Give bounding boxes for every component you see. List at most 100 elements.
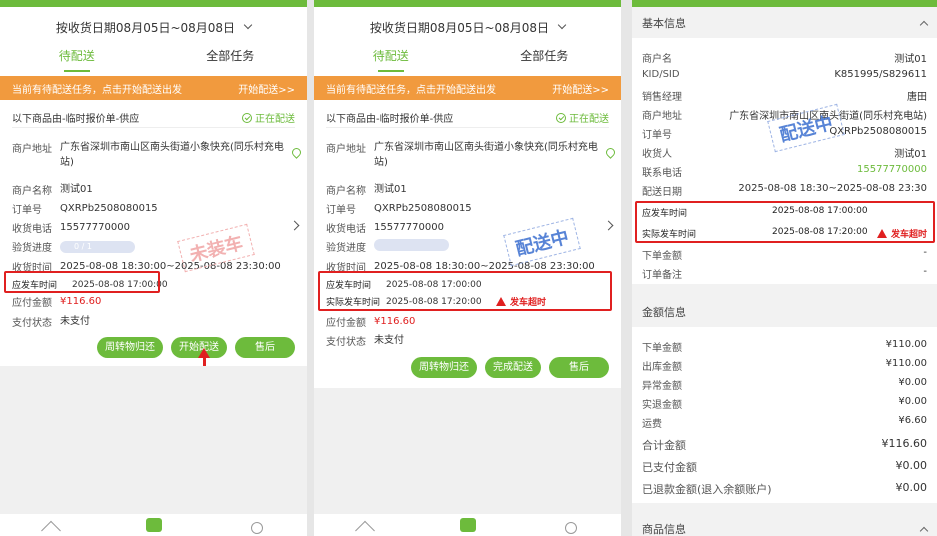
amount-info-section: 下单金额 ¥110.00 出库金额 ¥110.00 异常金额 ¥0.00 实退金额 ¥0… [632,327,937,503]
return-crates-button[interactable]: 周转物归还 [411,357,477,378]
info-row: 销售经理 唐田 [632,88,937,103]
order-label: 订单号 [12,205,42,216]
complete-delivery-button[interactable]: 完成配送 [485,357,541,378]
banner-text: 当前有待配送任务，点击开始配送出发 [12,84,182,96]
pay-status-label: 支付状态 [12,318,52,329]
banner-start-link[interactable]: 开始配送>> [238,81,295,96]
address-row: 商户地址 广东省深圳市南山区南头街道小象快充(同乐村充电站) [326,140,601,170]
address-label: 商户地址 [12,144,52,155]
total-value: ¥116.60 [881,437,928,450]
pay-status-value: 未支付 [374,335,404,346]
merchant-row: 商户名称 测试01 [326,182,601,197]
info-key: 收货人 [642,149,672,160]
total-row: 合计金额 ¥116.60 [632,437,937,453]
amount-row: 实退金额 ¥0.00 [632,396,937,411]
progress-pill [374,239,449,251]
info-row: 配送日期 2025-08-08 18:30~2025-08-08 23:30 [632,183,937,198]
progress-label: 验货进度 [12,243,52,254]
info-row: 下单金额 - [632,247,937,262]
date-filter[interactable]: 按收货日期08月05日~08月08日 [314,10,621,44]
merchant-value: 测试01 [60,184,93,195]
address-value: 广东省深圳市南山区南头街道小象快充(同乐村充电站) [374,142,598,168]
phone-label: 收货电话 [326,224,366,235]
orders-icon[interactable] [460,518,477,532]
info-row: 订单备注 - [632,266,937,281]
task-tabs: 待配送 全部任务 [314,44,621,72]
tab-all[interactable]: 全部任务 [468,44,622,72]
refund-label: 已退款金额(退入余额账户) [642,483,772,496]
amount-info-title: 金额信息 [642,306,686,319]
status-bar [0,0,307,7]
banner-start-link[interactable]: 开始配送>> [552,81,609,96]
chevron-down-icon [557,20,567,30]
amount-value: ¥116.60 [374,316,416,327]
info-value: - [923,266,927,277]
amount-row: 运费 ¥6.60 [632,415,937,430]
phone-screen-pending: 按收货日期08月05日~08月08日 待配送 全部任务 当前有待配送任务，点击开… [0,0,307,536]
amount-label: 应付金额 [12,298,52,309]
status-badge: 正在配送 [242,110,295,125]
orders-icon[interactable] [146,518,163,532]
home-icon[interactable] [355,520,376,536]
order-row: 订单号 QXRPb2508080015 [12,201,287,216]
info-value: 2025-08-08 18:30~2025-08-08 23:30 [738,183,927,194]
user-icon[interactable] [564,522,577,534]
depart-time-highlight [4,271,160,293]
info-value: - [923,247,927,258]
phone-label: 收货电话 [12,224,52,235]
notice-banner: 当前有待配送任务，点击开始配送出发 开始配送>> [0,76,307,100]
tab-pending[interactable]: 待配送 [0,44,154,72]
tab-all[interactable]: 全部任务 [154,44,308,72]
info-key: 下单金额 [642,251,682,262]
progress-label: 验货进度 [326,243,366,254]
info-key: 商户地址 [642,111,682,122]
basic-info-header[interactable]: 基本信息 [632,10,937,36]
amount-value: ¥110.00 [885,339,927,350]
paid-row: 已支付金额 ¥0.00 [632,459,937,475]
card-header: 以下商品由-临时报价单-供应 正在配送 [326,108,609,128]
phone-value: 15577770000 [60,222,130,233]
screenshot-root: 按收货日期08月05日~08月08日 待配送 全部任务 当前有待配送任务，点击开… [0,0,937,536]
info-key: 订单号 [642,130,672,141]
info-key: 销售经理 [642,92,682,103]
amount-row: 出库金额 ¥110.00 [632,358,937,373]
info-key: 配送日期 [642,187,682,198]
amount-value: ¥6.60 [898,415,927,426]
status-bar [632,0,937,7]
merchant-label: 商户名称 [326,186,366,197]
pay-status-value: 未支付 [60,316,90,327]
check-circle-icon [242,112,252,123]
after-sales-button[interactable]: 售后 [549,357,609,378]
info-value[interactable]: 15577770000 [857,164,927,179]
card-header: 以下商品由-临时报价单-供应 正在配送 [12,108,295,128]
address-value: 广东省深圳市南山区南头街道小象快充(同乐村充电站) [60,142,284,168]
amount-value: ¥0.00 [898,396,927,407]
amount-key: 运费 [642,419,662,430]
return-crates-button[interactable]: 周转物归还 [97,337,163,358]
depart-time-highlight [318,271,612,311]
amount-value: ¥0.00 [898,377,927,388]
info-value: 测试01 [894,54,927,65]
date-filter[interactable]: 按收货日期08月05日~08月08日 [0,10,307,44]
after-sales-button[interactable]: 售后 [235,337,295,358]
amount-key: 下单金额 [642,343,682,354]
home-icon[interactable] [41,520,62,536]
status-badge: 正在配送 [556,110,609,125]
amount-row: 应付金额 ¥116.60 [326,314,601,329]
amount-row: 异常金额 ¥0.00 [632,377,937,392]
progress-pill: 0 / 1 [60,241,135,253]
info-row: 商户名 测试01 [632,50,937,65]
chevron-down-icon [243,20,253,30]
order-card[interactable]: 以下商品由-临时报价单-供应 正在配送 商户地址 广东省深圳市南山区南头街道小象… [0,104,307,366]
bottom-nav [314,514,621,536]
phone-screen-delivering: 按收货日期08月05日~08月08日 待配送 全部任务 当前有待配送任务，点击开… [314,0,621,536]
paid-label: 已支付金额 [642,461,697,474]
pay-status-row: 支付状态 未支付 [12,314,287,329]
user-icon[interactable] [250,522,263,534]
tab-pending[interactable]: 待配送 [314,44,468,72]
info-key: 联系电话 [642,168,682,179]
merchant-value: 测试01 [374,184,407,195]
check-circle-icon [556,112,566,123]
goods-info-header[interactable]: 商品信息 [632,516,937,536]
info-key: 订单备注 [642,270,682,281]
